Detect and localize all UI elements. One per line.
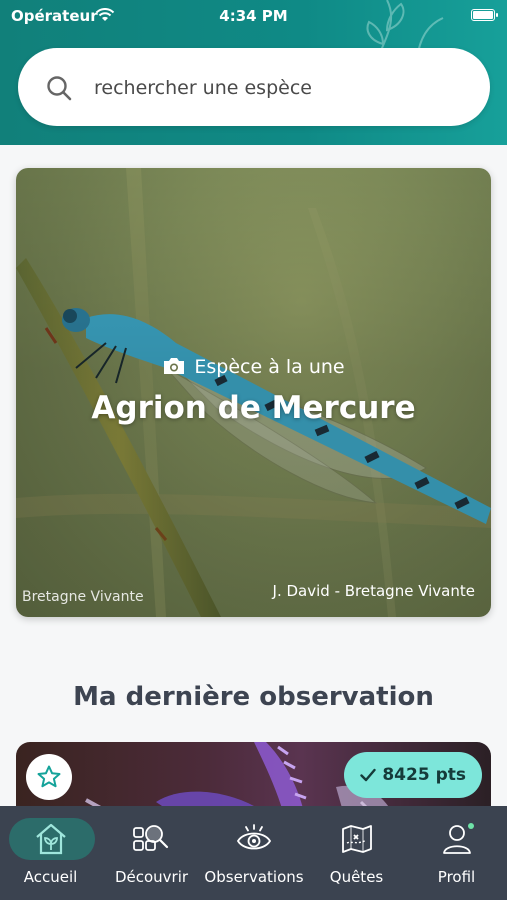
eye-icon — [236, 824, 272, 850]
section-title-last-observation: Ma dernière observation — [73, 682, 434, 712]
search-icon — [47, 76, 72, 101]
points-value: 8425 pts — [382, 765, 466, 785]
featured-species-card[interactable]: Espèce à la une Agrion de Mercure Bretag… — [16, 168, 491, 617]
tab-decouvrir[interactable]: Découvrir — [101, 806, 202, 900]
clock: 4:34 PM — [219, 7, 288, 25]
tab-profil[interactable]: Profil — [406, 806, 507, 900]
featured-label: Espèce à la une — [16, 356, 491, 378]
featured-label-text: Espèce à la une — [194, 356, 345, 378]
featured-species-name: Agrion de Mercure — [91, 390, 416, 426]
tab-label: Accueil — [23, 868, 78, 886]
house-icon — [35, 823, 66, 855]
tab-observations[interactable]: Observations — [202, 806, 306, 900]
tab-label: Observations — [204, 868, 304, 886]
search-input[interactable] — [92, 68, 466, 108]
photo-credit: J. David - Bretagne Vivante — [272, 582, 475, 600]
camera-icon — [164, 358, 185, 374]
points-badge: 8425 pts — [344, 752, 482, 798]
tab-label: Quêtes — [329, 868, 384, 886]
tab-label: Profil — [437, 868, 476, 886]
notification-dot — [468, 823, 474, 829]
status-bar: Opérateur 4:34 PM — [0, 0, 507, 34]
battery-icon — [471, 9, 498, 21]
tab-accueil[interactable]: Accueil — [0, 806, 101, 900]
discover-icon — [132, 825, 168, 851]
check-icon — [360, 768, 377, 782]
header: Opérateur 4:34 PM — [0, 0, 507, 145]
tab-bar: Accueil Découvrir Observations Quêtes Pr… — [0, 806, 507, 900]
tab-label: Découvrir — [114, 868, 189, 886]
tab-quetes[interactable]: Quêtes — [306, 806, 407, 900]
star-icon — [37, 765, 61, 788]
photo-credit-left: Bretagne Vivante — [22, 589, 144, 605]
map-icon — [341, 825, 372, 853]
favorite-button[interactable] — [26, 754, 72, 800]
search-bar[interactable] — [18, 48, 490, 126]
